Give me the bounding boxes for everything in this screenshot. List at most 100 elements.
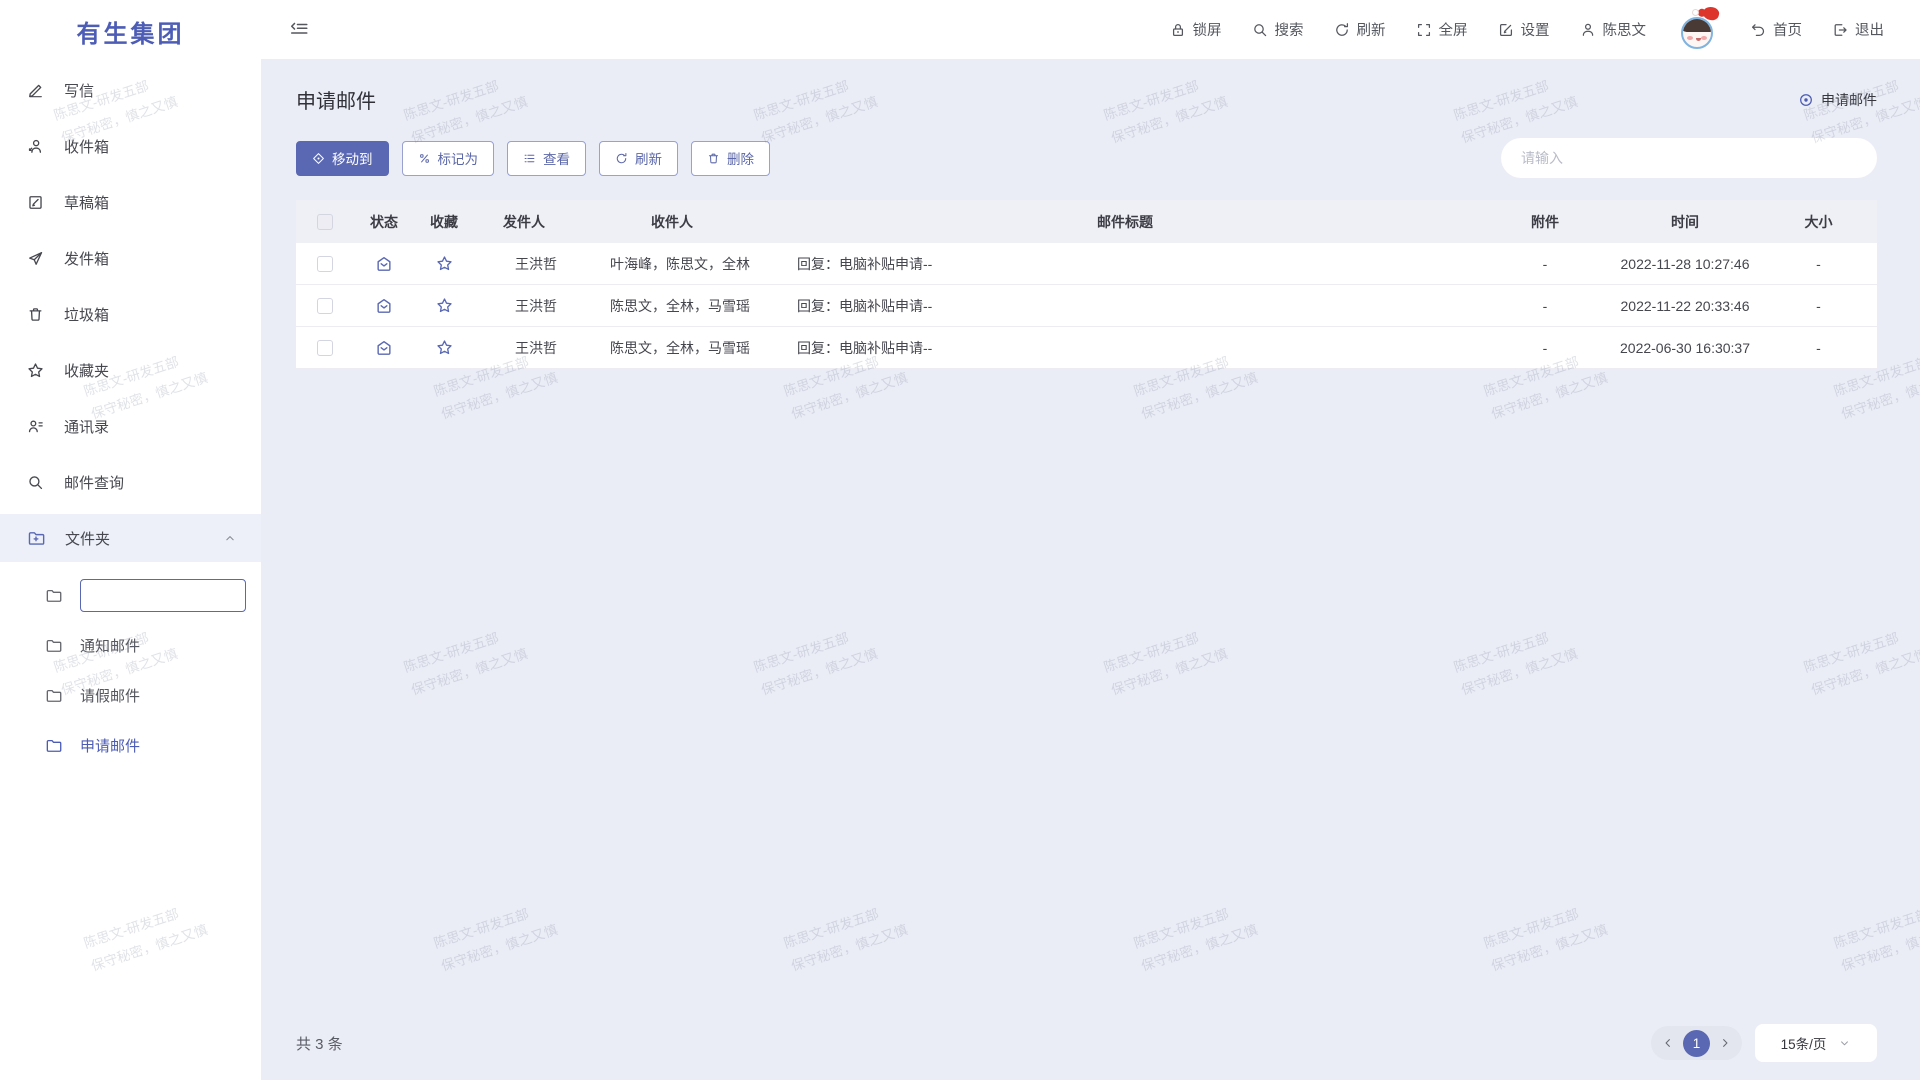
refresh-list-button[interactable]: 刷新: [599, 141, 678, 176]
table-row[interactable]: 王洪哲 叶海峰，陈思文，全林 回复：电脑补贴申请-- - 2022-11-28 …: [296, 243, 1877, 285]
row-size: -: [1760, 243, 1877, 284]
refresh-label: 刷新: [1357, 19, 1386, 40]
sidebar-item-compose[interactable]: 写信: [0, 62, 261, 118]
chevron-up-icon[interactable]: [223, 531, 237, 545]
folder-item-notice[interactable]: 通知邮件: [0, 620, 261, 670]
sidebar-item-folders[interactable]: 文件夹: [0, 514, 261, 562]
avatar-face: [1681, 17, 1713, 49]
folder-icon: [45, 587, 62, 604]
row-recipients: 陈思文，全林，马雪瑶: [574, 327, 770, 368]
breadcrumb-label: 申请邮件: [1821, 90, 1877, 110]
table-row[interactable]: 王洪哲 陈思文，全林，马雪瑶 回复：电脑补贴申请-- - 2022-06-30 …: [296, 327, 1877, 369]
refresh-list-label: 刷新: [635, 148, 662, 168]
row-recipients: 陈思文，全林，马雪瑶: [574, 285, 770, 326]
username-label: 陈思文: [1603, 19, 1647, 40]
move-to-button[interactable]: 移动到: [296, 141, 389, 176]
view-label: 查看: [543, 148, 570, 168]
fullscreen-button[interactable]: 全屏: [1416, 19, 1468, 40]
paper-plane-icon: [27, 250, 44, 267]
mail-search-input[interactable]: [1501, 138, 1877, 178]
sidebar-item-favorites[interactable]: 收藏夹: [0, 342, 261, 398]
folder-item-apply[interactable]: 申请邮件: [0, 720, 261, 770]
select-all-checkbox[interactable]: [317, 214, 333, 230]
table-row[interactable]: 王洪哲 陈思文，全林，马雪瑶 回复：电脑补贴申请-- - 2022-11-22 …: [296, 285, 1877, 327]
row-attachment: -: [1480, 243, 1610, 284]
row-subject: 回复：电脑补贴申请--: [770, 285, 1480, 326]
mark-as-button[interactable]: 标记为: [402, 141, 495, 176]
total-count: 共 3 条: [296, 1033, 343, 1054]
sidebar-item-inbox[interactable]: 收件箱: [0, 118, 261, 174]
table-footer: 共 3 条 1 15条/页: [296, 1018, 1877, 1068]
search-icon: [27, 474, 44, 491]
settings-button[interactable]: 设置: [1498, 19, 1550, 40]
sidebar-item-sent[interactable]: 发件箱: [0, 230, 261, 286]
page-title: 申请邮件: [296, 85, 376, 114]
lock-screen-button[interactable]: 锁屏: [1170, 19, 1222, 40]
edit-square-icon: [1498, 22, 1514, 38]
mail-open-icon: [375, 255, 393, 273]
favorite-star-icon[interactable]: [436, 339, 453, 356]
page-number-button[interactable]: 1: [1683, 1030, 1710, 1057]
view-button[interactable]: 查看: [507, 141, 586, 176]
row-subject: 回复：电脑补贴申请--: [770, 243, 1480, 284]
row-size: -: [1760, 285, 1877, 326]
folders-label: 文件夹: [65, 528, 110, 549]
page-size-select[interactable]: 15条/页: [1755, 1024, 1877, 1062]
row-checkbox[interactable]: [317, 256, 333, 272]
mail-table: 状态 收藏 发件人 收件人 邮件标题 附件 时间 大小 王洪哲 叶海峰，陈思文，…: [296, 200, 1877, 369]
sidebar-item-label: 发件箱: [64, 248, 109, 269]
document-edit-icon: [27, 194, 44, 211]
row-time: 2022-06-30 16:30:37: [1610, 327, 1760, 368]
sidebar-item-label: 写信: [64, 80, 94, 101]
home-button[interactable]: 首页: [1750, 19, 1802, 40]
search-button[interactable]: 搜索: [1252, 19, 1304, 40]
lock-icon: [1170, 22, 1186, 38]
row-sender: 王洪哲: [474, 243, 574, 284]
undo-arrow-icon: [1750, 22, 1766, 38]
delete-button[interactable]: 删除: [691, 141, 770, 176]
favorite-star-icon[interactable]: [436, 297, 453, 314]
sidebar-item-drafts[interactable]: 草稿箱: [0, 174, 261, 230]
sidebar-item-label: 收藏夹: [64, 360, 109, 381]
row-recipients: 叶海峰，陈思文，全林: [574, 243, 770, 284]
page-size-value: 15条/页: [1781, 1033, 1827, 1053]
user-avatar[interactable]: [1676, 7, 1720, 53]
refresh-button[interactable]: 刷新: [1334, 19, 1386, 40]
sidebar-item-trash[interactable]: 垃圾箱: [0, 286, 261, 342]
sidebar-item-mail-search[interactable]: 邮件查询: [0, 454, 261, 510]
user-menu[interactable]: 陈思文: [1580, 19, 1647, 40]
pencil-icon: [27, 82, 44, 99]
breadcrumb[interactable]: 申请邮件: [1798, 90, 1877, 110]
search-icon: [1252, 22, 1268, 38]
column-header-sender: 发件人: [474, 200, 574, 243]
logout-button[interactable]: 退出: [1832, 19, 1884, 40]
folder-item-label: 请假邮件: [80, 685, 140, 706]
row-attachment: -: [1480, 327, 1610, 368]
favorite-star-icon[interactable]: [436, 255, 453, 272]
column-header-status: 状态: [354, 200, 414, 243]
list-icon: [523, 152, 536, 165]
folder-icon: [45, 687, 62, 704]
settings-label: 设置: [1521, 19, 1550, 40]
new-folder-input[interactable]: [80, 579, 246, 612]
column-header-size: 大小: [1760, 200, 1877, 243]
collapse-sidebar-icon[interactable]: [289, 20, 309, 40]
folder-new-row: [0, 570, 261, 620]
pagination: 1: [1651, 1026, 1742, 1060]
prev-page-icon[interactable]: [1661, 1036, 1675, 1050]
mail-open-icon: [375, 339, 393, 357]
next-page-icon[interactable]: [1718, 1036, 1732, 1050]
row-checkbox[interactable]: [317, 340, 333, 356]
avatar-pompom: [1692, 9, 1699, 16]
row-checkbox[interactable]: [317, 298, 333, 314]
folder-item-label: 申请邮件: [80, 735, 140, 756]
folder-plus-icon: [27, 529, 45, 547]
mark-as-label: 标记为: [438, 148, 479, 168]
folder-item-leave[interactable]: 请假邮件: [0, 670, 261, 720]
sidebar-item-contacts[interactable]: 通讯录: [0, 398, 261, 454]
row-time: 2022-11-22 20:33:46: [1610, 285, 1760, 326]
table-header-row: 状态 收藏 发件人 收件人 邮件标题 附件 时间 大小: [296, 200, 1877, 243]
logout-label: 退出: [1855, 19, 1884, 40]
sidebar-item-label: 收件箱: [64, 136, 109, 157]
column-header-subject: 邮件标题: [770, 200, 1480, 243]
